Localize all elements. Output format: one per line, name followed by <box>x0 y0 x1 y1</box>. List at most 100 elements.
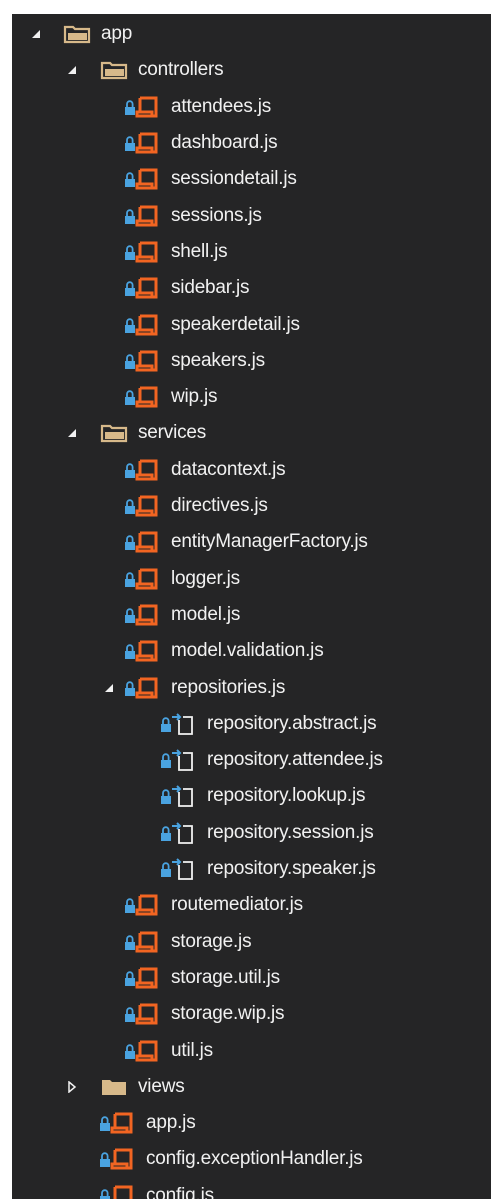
tree-item-label: config.exceptionHandler.js <box>146 1148 363 1170</box>
js-file-icon <box>124 239 162 265</box>
js-file-icon <box>124 965 162 991</box>
tree-item[interactable]: speakerdetail.js <box>12 306 491 342</box>
js-file-icon <box>99 1110 137 1136</box>
js-file-icon <box>99 1183 137 1199</box>
nested-js-file-icon <box>160 856 198 882</box>
tree-item-label: config.js <box>146 1184 214 1199</box>
tree-item[interactable]: config.js <box>12 1178 491 1199</box>
folder-open-icon <box>99 422 129 444</box>
tree-item[interactable]: datacontext.js <box>12 452 491 488</box>
js-file-icon <box>124 1001 162 1027</box>
tree-item-label: speakerdetail.js <box>171 313 300 335</box>
js-file-icon <box>124 203 162 229</box>
tree-item-label: wip.js <box>171 386 218 408</box>
nested-js-file-icon <box>160 747 198 773</box>
tree-item[interactable]: repository.speaker.js <box>12 851 491 887</box>
tree-item-label: sessions.js <box>171 204 262 226</box>
tree-item[interactable]: model.js <box>12 597 491 633</box>
tree-item[interactable]: speakers.js <box>12 343 491 379</box>
tree-item-label: repository.attendee.js <box>207 749 383 771</box>
expand-arrow-icon[interactable] <box>99 678 119 698</box>
tree-item[interactable]: attendees.js <box>12 89 491 125</box>
js-file-icon <box>124 384 162 410</box>
tree-item-label: storage.util.js <box>171 966 280 988</box>
tree-item-label: util.js <box>171 1039 213 1061</box>
expand-arrow-icon[interactable] <box>26 24 46 44</box>
js-file-icon <box>124 312 162 338</box>
js-file-icon <box>124 566 162 592</box>
folder-open-icon <box>62 23 92 45</box>
tree-item[interactable]: app <box>12 16 491 52</box>
js-file-icon <box>124 348 162 374</box>
tree-item-label: app <box>101 23 133 45</box>
tree-item[interactable]: wip.js <box>12 379 491 415</box>
tree-item[interactable]: storage.js <box>12 924 491 960</box>
tree-item[interactable]: config.exceptionHandler.js <box>12 1141 491 1177</box>
nested-js-file-icon <box>160 820 198 846</box>
js-file-icon <box>99 1146 137 1172</box>
js-file-icon <box>124 275 162 301</box>
tree-item-label: entityManagerFactory.js <box>171 531 368 553</box>
tree-item-label: shell.js <box>171 240 228 262</box>
tree-item[interactable]: sessiondetail.js <box>12 161 491 197</box>
tree-item-label: services <box>138 422 207 444</box>
js-file-icon <box>124 493 162 519</box>
folder-open-icon <box>99 59 129 81</box>
js-file-icon <box>124 457 162 483</box>
nested-js-file-icon <box>160 783 198 809</box>
tree-item[interactable]: repository.session.js <box>12 815 491 851</box>
tree-item-label: repository.session.js <box>207 821 374 843</box>
js-file-icon <box>124 675 162 701</box>
js-file-icon <box>124 529 162 555</box>
tree-item-label: model.validation.js <box>171 640 324 662</box>
tree-item[interactable]: entityManagerFactory.js <box>12 524 491 560</box>
tree-item[interactable]: repository.attendee.js <box>12 742 491 778</box>
tree-item-label: sidebar.js <box>171 277 250 299</box>
tree-item-label: sessiondetail.js <box>171 168 297 190</box>
js-file-icon <box>124 166 162 192</box>
js-file-icon <box>124 929 162 955</box>
tree-item[interactable]: util.js <box>12 1032 491 1068</box>
tree-item-label: repository.abstract.js <box>207 712 377 734</box>
tree-item[interactable]: directives.js <box>12 488 491 524</box>
js-file-icon <box>124 638 162 664</box>
expand-arrow-icon[interactable] <box>62 60 82 80</box>
expand-arrow-icon[interactable] <box>62 423 82 443</box>
tree-item[interactable]: model.validation.js <box>12 633 491 669</box>
tree-item-label: attendees.js <box>171 95 272 117</box>
tree-item-label: repositories.js <box>171 676 286 698</box>
tree-item[interactable]: routemediator.js <box>12 887 491 923</box>
tree-item[interactable]: storage.wip.js <box>12 996 491 1032</box>
tree-item-label: storage.wip.js <box>171 1003 285 1025</box>
tree-item-label: model.js <box>171 603 241 625</box>
tree-item[interactable]: repositories.js <box>12 669 491 705</box>
tree-item[interactable]: repository.lookup.js <box>12 778 491 814</box>
tree-item-label: views <box>138 1075 185 1097</box>
tree-item[interactable]: sidebar.js <box>12 270 491 306</box>
js-file-icon <box>124 1038 162 1064</box>
tree-item[interactable]: services <box>12 415 491 451</box>
js-file-icon <box>124 130 162 156</box>
js-file-icon <box>124 892 162 918</box>
tree-item-label: directives.js <box>171 495 268 517</box>
tree-item[interactable]: app.js <box>12 1105 491 1141</box>
tree-item-label: routemediator.js <box>171 894 303 916</box>
js-file-icon <box>124 94 162 120</box>
tree-item[interactable]: logger.js <box>12 561 491 597</box>
collapsed-arrow-icon[interactable] <box>62 1077 82 1097</box>
tree-item-label: repository.speaker.js <box>207 858 376 880</box>
tree-item-label: app.js <box>146 1112 196 1134</box>
tree-item-label: speakers.js <box>171 349 265 371</box>
tree-item[interactable]: sessions.js <box>12 198 491 234</box>
tree-item[interactable]: storage.util.js <box>12 960 491 996</box>
tree-item-label: logger.js <box>171 567 240 589</box>
tree-item[interactable]: dashboard.js <box>12 125 491 161</box>
tree-item[interactable]: repository.abstract.js <box>12 706 491 742</box>
tree-item-label: storage.js <box>171 930 252 952</box>
tree-item[interactable]: controllers <box>12 52 491 88</box>
tree-item[interactable]: shell.js <box>12 234 491 270</box>
nested-js-file-icon <box>160 711 198 737</box>
folder-closed-icon <box>99 1076 129 1098</box>
tree-item-label: repository.lookup.js <box>207 785 366 807</box>
tree-item[interactable]: views <box>12 1069 491 1105</box>
